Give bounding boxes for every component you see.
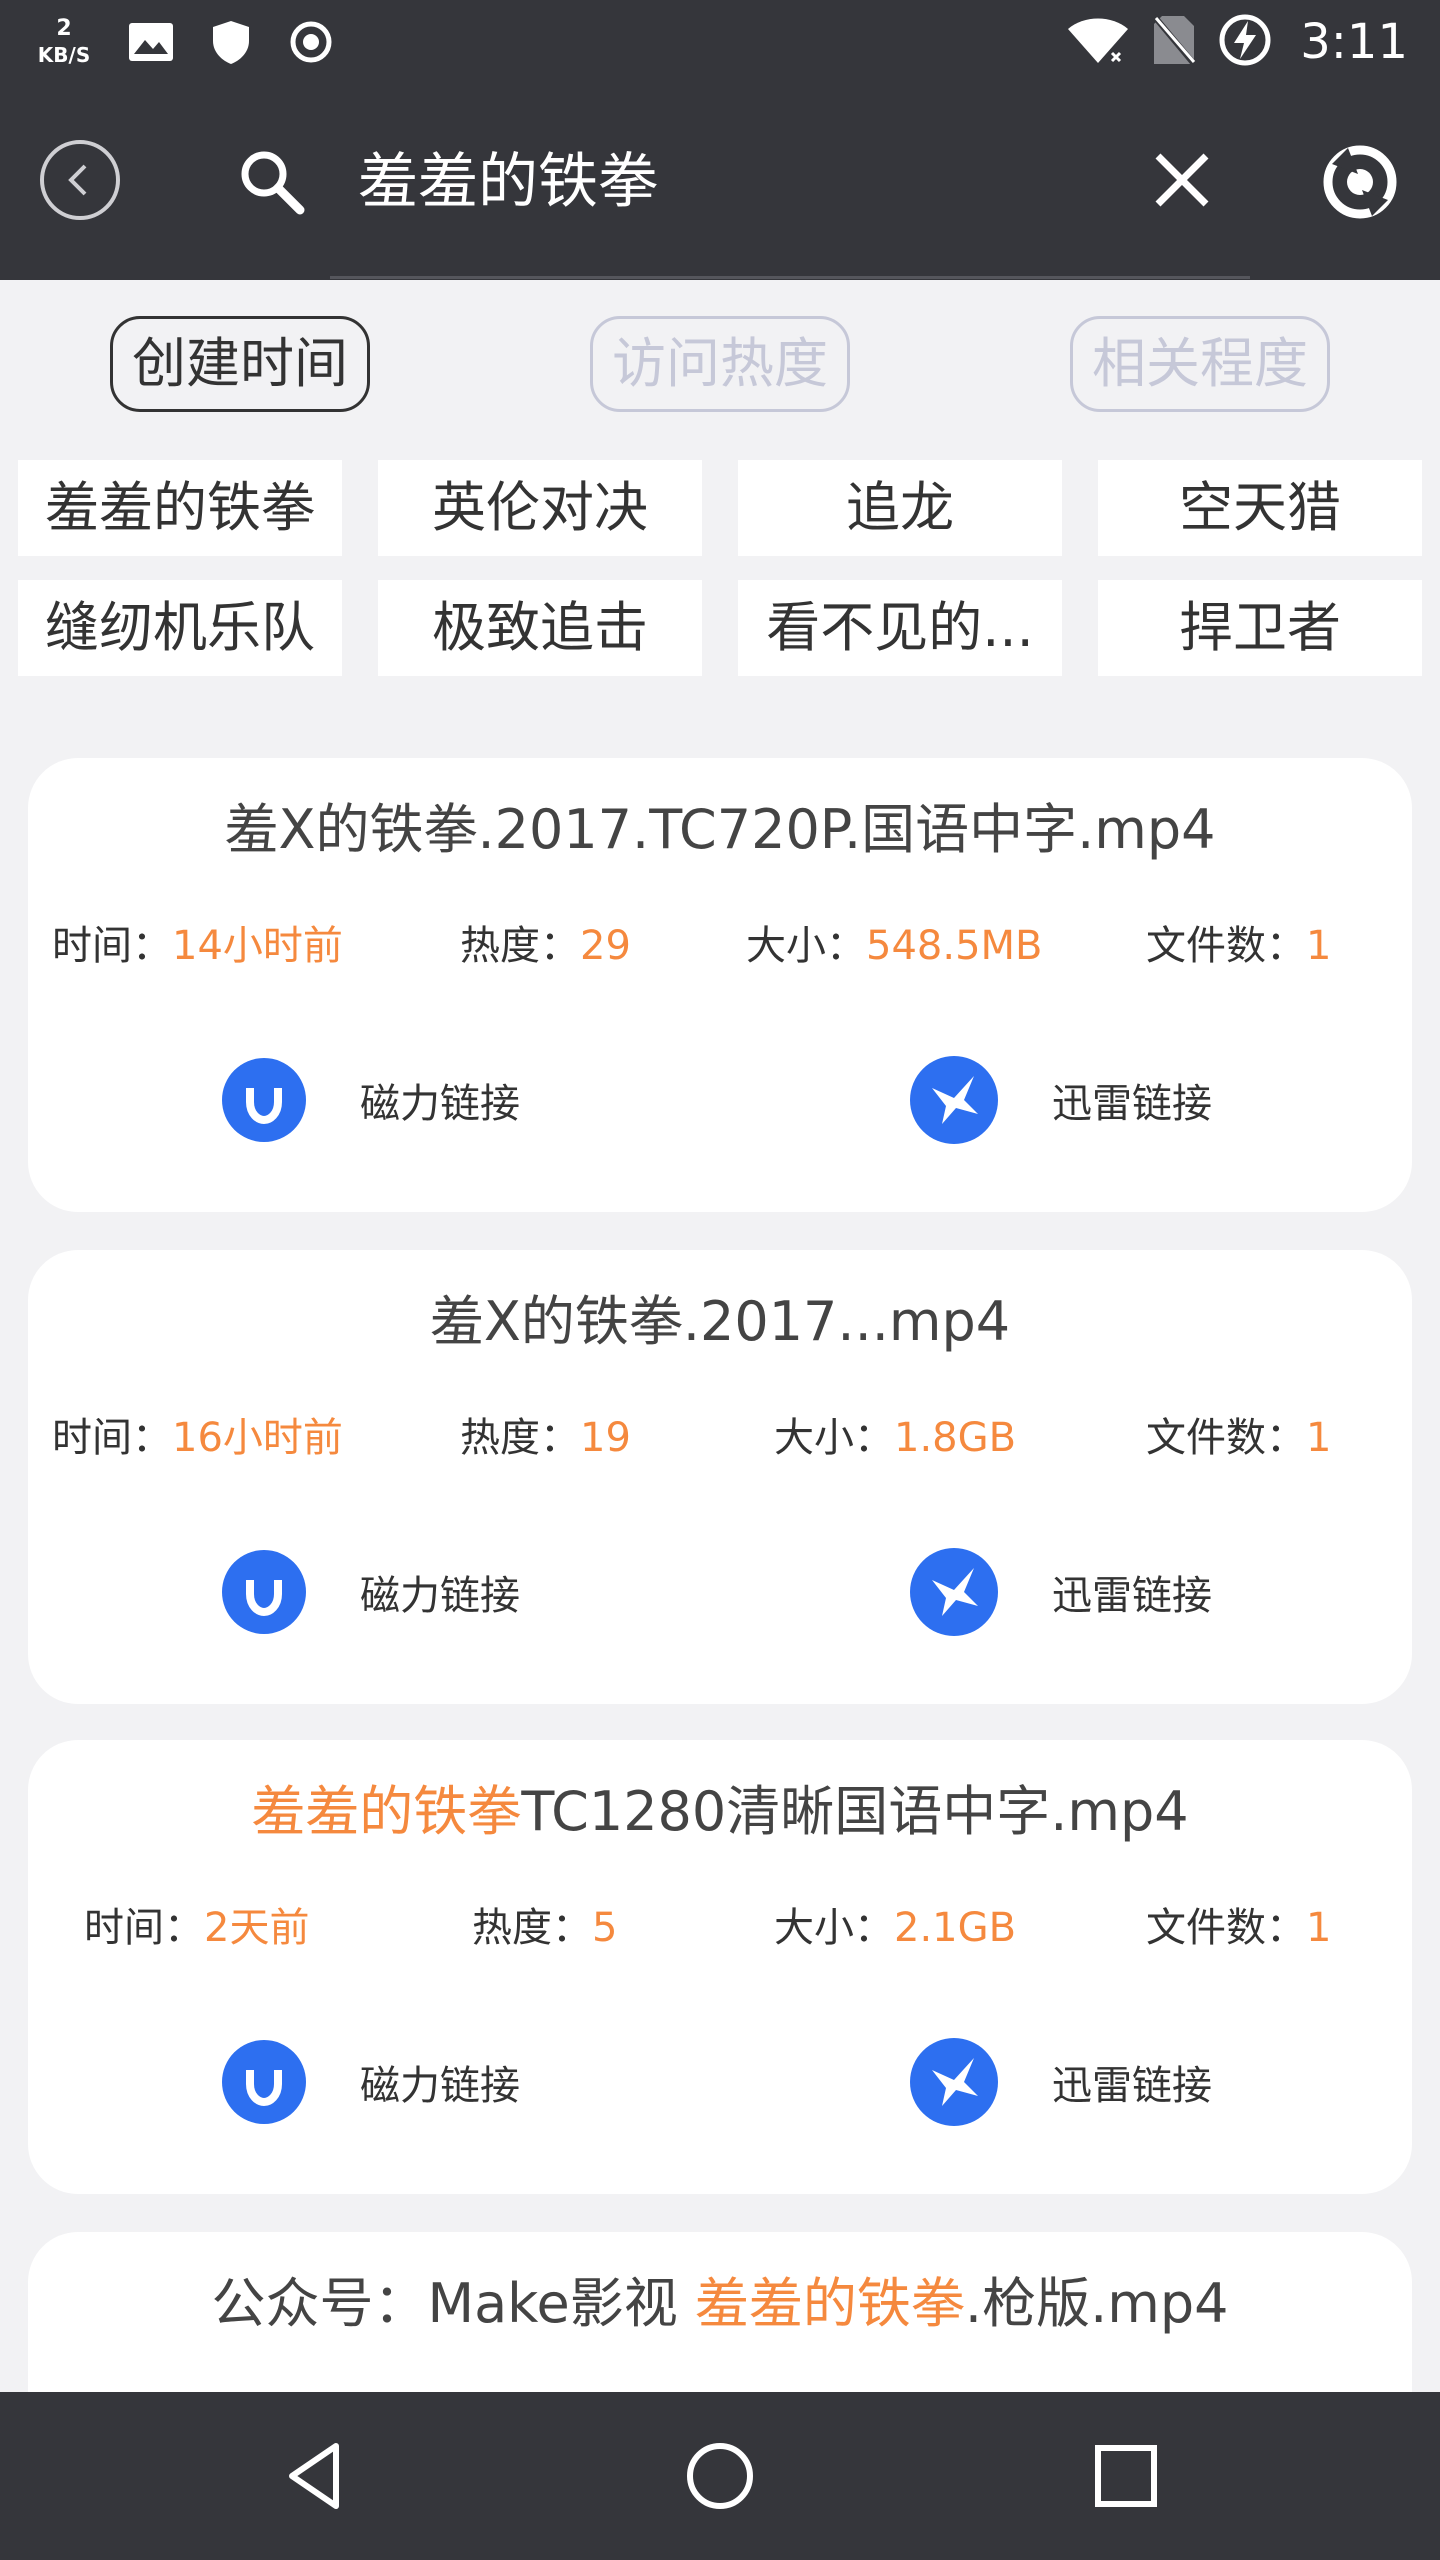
search-underline: [330, 276, 1250, 279]
title-rest: .枪版.mp4: [964, 2272, 1229, 2335]
meta-heat: 热度：19: [460, 1415, 631, 1461]
keyword-tag[interactable]: 极致追击: [378, 580, 702, 676]
title-rest: TC1280清晰国语中字.mp4: [521, 1780, 1189, 1843]
sort-option-visit-heat[interactable]: 访问热度: [590, 316, 850, 412]
title-highlight: 羞羞的铁拳: [251, 1780, 522, 1843]
magnet-link-button[interactable]: 磁力链接: [222, 1058, 520, 1142]
thunder-link-button[interactable]: 迅雷链接: [910, 2038, 1212, 2126]
result-card[interactable]: 羞X的铁拳.2017...mp4 时间：16小时前 热度：19 大小：1.8GB…: [28, 1250, 1412, 1704]
meta-time: 时间：14小时前: [52, 923, 343, 969]
magnet-icon: [222, 1550, 306, 1634]
magnet-link-label: 磁力链接: [360, 2063, 520, 2109]
meta-file-count: 文件数：1: [1146, 1415, 1332, 1461]
wifi-icon: [1066, 15, 1130, 69]
thunder-link-button[interactable]: 迅雷链接: [910, 1056, 1212, 1144]
nav-recents-icon: [1095, 2445, 1157, 2507]
thunder-link-label: 迅雷链接: [1052, 1573, 1212, 1619]
keyword-tag[interactable]: 羞羞的铁拳: [18, 460, 342, 556]
network-speed: 2 KB/S: [32, 16, 96, 68]
no-sim-icon: [1151, 14, 1197, 70]
image-icon: [126, 17, 176, 67]
search-icon: [236, 146, 308, 218]
meta-size: 大小：2.1GB: [774, 1905, 1017, 1951]
keyword-tag[interactable]: 看不见的...: [738, 580, 1062, 676]
meta-time: 时间：16小时前: [52, 1415, 343, 1461]
result-title: 羞X的铁拳.2017.TC720P.国语中字.mp4: [224, 798, 1216, 861]
meta-heat: 热度：29: [460, 923, 631, 969]
keyword-tag[interactable]: 捍卫者: [1098, 580, 1422, 676]
thunder-link-button[interactable]: 迅雷链接: [910, 1548, 1212, 1636]
thunder-link-label: 迅雷链接: [1052, 1081, 1212, 1127]
result-title: 羞羞的铁拳TC1280清晰国语中字.mp4: [28, 1776, 1412, 1848]
keyword-tag[interactable]: 追龙: [738, 460, 1062, 556]
meta-heat: 热度：5: [472, 1905, 618, 1951]
shield-icon: [206, 17, 256, 67]
meta-size: 大小：548.5MB: [746, 923, 1043, 969]
result-title: 公众号：Make影视 羞羞的铁拳.枪版.mp4: [28, 2268, 1412, 2340]
thunder-bird-icon: [910, 2038, 998, 2126]
thunder-bird-icon: [910, 1548, 998, 1636]
speed-value: 2: [56, 16, 72, 41]
result-card[interactable]: 羞X的铁拳.2017.TC720P.国语中字.mp4 时间：14小时前 热度：2…: [28, 758, 1412, 1212]
magnet-link-button[interactable]: 磁力链接: [222, 1550, 520, 1634]
search-header: 羞羞的铁拳: [0, 84, 1440, 280]
magnet-link-button[interactable]: 磁力链接: [222, 2040, 520, 2124]
magnet-icon: [222, 1058, 306, 1142]
title-highlight: 羞羞的铁拳: [694, 2272, 965, 2335]
back-icon: [68, 164, 87, 196]
magnet-link-label: 磁力链接: [360, 1573, 520, 1619]
sort-option-relevance[interactable]: 相关程度: [1070, 316, 1330, 412]
clock: 3:11: [1300, 14, 1408, 70]
thunder-bird-icon: [910, 1056, 998, 1144]
navigation-bar: [0, 2392, 1440, 2560]
nav-back-button[interactable]: [276, 2436, 356, 2516]
nav-home-icon: [687, 2443, 753, 2509]
nav-recents-button[interactable]: [1086, 2436, 1166, 2516]
refresh-button[interactable]: [1318, 140, 1402, 224]
speed-unit: KB/S: [37, 43, 91, 67]
sort-option-created-time[interactable]: 创建时间: [110, 316, 370, 412]
close-icon: [1155, 153, 1209, 207]
record-icon: [286, 17, 336, 67]
meta-size: 大小：1.8GB: [774, 1415, 1017, 1461]
nav-home-button[interactable]: [680, 2436, 760, 2516]
search-input[interactable]: 羞羞的铁拳: [358, 140, 658, 224]
meta-file-count: 文件数：1: [1146, 1905, 1332, 1951]
nav-back-icon: [289, 2443, 339, 2509]
keyword-tag[interactable]: 英伦对决: [378, 460, 702, 556]
clear-search-button[interactable]: [1148, 146, 1216, 214]
result-title: 羞X的铁拳.2017...mp4: [429, 1290, 1011, 1353]
meta-time: 时间：2天前: [84, 1905, 310, 1951]
magnet-link-label: 磁力链接: [360, 1081, 520, 1127]
keyword-tag[interactable]: 缝纫机乐队: [18, 580, 342, 676]
status-bar: 2 KB/S 3:11: [0, 0, 1440, 84]
back-button[interactable]: [40, 140, 120, 220]
thunder-link-label: 迅雷链接: [1052, 2063, 1212, 2109]
title-prefix: 公众号：Make影视: [211, 2272, 695, 2335]
result-card[interactable]: 羞羞的铁拳TC1280清晰国语中字.mp4 时间：2天前 热度：5 大小：2.1…: [28, 1740, 1412, 2194]
refresh-icon: [1323, 145, 1397, 219]
battery-charging-icon: [1218, 13, 1272, 71]
keyword-tag[interactable]: 空天猎: [1098, 460, 1422, 556]
magnet-icon: [222, 2040, 306, 2124]
meta-file-count: 文件数：1: [1146, 923, 1332, 969]
